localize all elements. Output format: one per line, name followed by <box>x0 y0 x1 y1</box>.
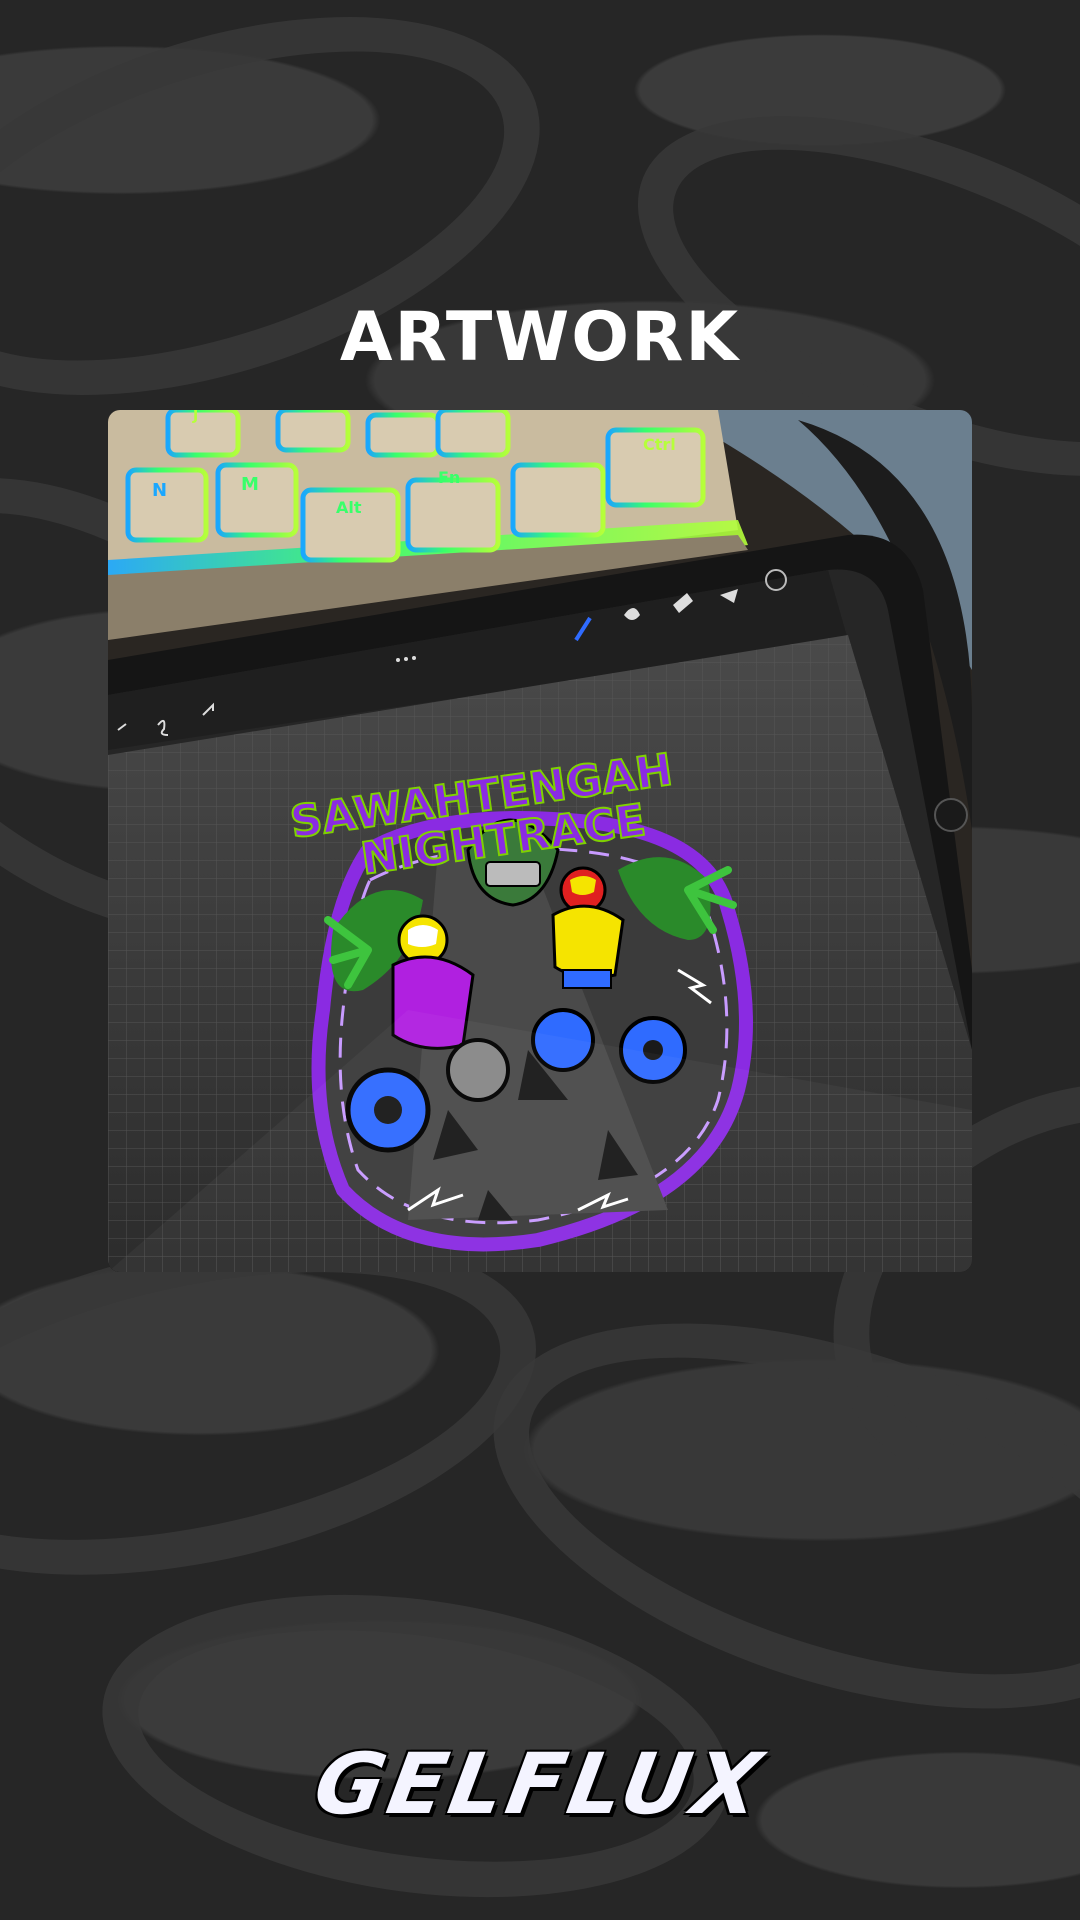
page-title: ARTWORK <box>339 298 741 377</box>
key-ctrl-label: Ctrl <box>643 435 676 454</box>
brand-wordmark: GELFLUX <box>307 1735 773 1833</box>
artwork-photo: N M Alt Fn Ctrl J SAWAHTENGAH NIGHTRACE <box>108 410 972 1272</box>
key-alt-label: Alt <box>336 498 362 517</box>
brand-logo: GELFLUX <box>0 1735 1080 1833</box>
key-m-label: M <box>241 474 259 495</box>
page: ARTWORK N M Alt Fn Ctrl J SAWAHTENGAH NI… <box>0 0 1080 1920</box>
key-fn-label: Fn <box>438 468 460 487</box>
key-j-label: J <box>192 410 198 424</box>
key-n-label: N <box>152 480 167 501</box>
